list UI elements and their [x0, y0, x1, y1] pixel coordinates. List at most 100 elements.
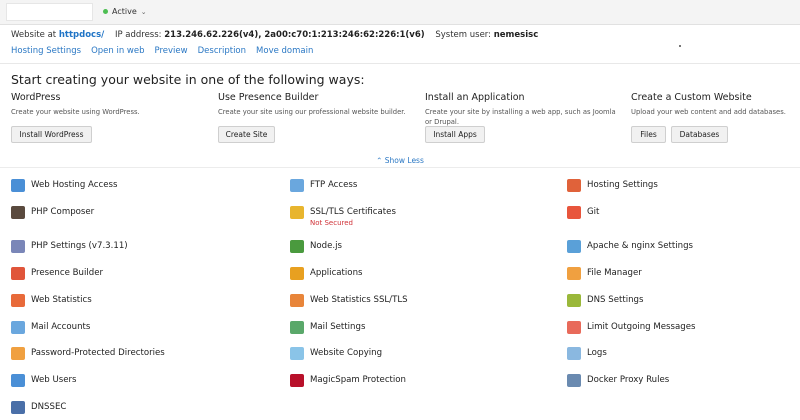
domain-links: Hosting Settings Open in web Preview Des… [11, 46, 313, 56]
tool-item[interactable]: Mail Accounts [11, 321, 90, 334]
protected-folder-icon [11, 347, 25, 360]
tool-label: Node.js [310, 241, 343, 251]
install-apps-button[interactable]: Install Apps [425, 126, 485, 143]
dnssec-icon [11, 401, 25, 414]
tool-label: Apache & nginx Settings [587, 241, 694, 251]
create-site-button[interactable]: Create Site [218, 126, 275, 143]
tool-label: Limit Outgoing Messages [587, 322, 696, 332]
create-website-section: Start creating your website in one of th… [0, 63, 800, 155]
tool-item[interactable]: MagicSpam Protection [290, 374, 407, 387]
tool-item[interactable]: Presence Builder [11, 267, 104, 280]
tool-item[interactable]: PHP Settings (v7.3.11) [11, 240, 128, 253]
option-description: Create your site by installing a web app… [425, 108, 616, 126]
dns-icon [567, 294, 581, 307]
tool-item[interactable]: PHP Composer [11, 206, 95, 219]
tool-label: FTP Access [310, 180, 358, 190]
folder-link[interactable]: httpdocs/ [59, 30, 104, 40]
tool-label: Web Statistics SSL/TLS [310, 295, 408, 305]
builder-tools-icon [11, 267, 25, 280]
tool-item[interactable]: Hosting Settings [567, 179, 658, 192]
ftp-monitor-icon [290, 179, 304, 192]
option-title: Create a Custom Website [631, 92, 752, 103]
tool-label: Presence Builder [31, 268, 104, 278]
tool-item[interactable]: Password-Protected Directories [11, 347, 165, 360]
section-divider [0, 167, 800, 168]
tool-label: Mail Settings [310, 322, 366, 332]
tool-item[interactable]: Applications [290, 267, 363, 280]
chevron-down-icon: ⌄ [140, 7, 147, 16]
system-user-value: nemesisc [493, 30, 539, 40]
tool-label: SSL/TLS Certificates [310, 207, 396, 217]
website-info: Website at httpdocs/ IP address: 213.246… [11, 30, 538, 40]
tool-item[interactable]: DNSSEC [11, 401, 67, 414]
tool-label: DNSSEC [31, 402, 67, 412]
install-wordpress-button[interactable]: Install WordPress [11, 126, 92, 143]
status-dot-icon [103, 9, 108, 14]
composer-icon [11, 206, 25, 219]
docker-icon [567, 374, 581, 387]
show-less-toggle[interactable]: ⌃ Show Less [0, 156, 800, 165]
php-icon [11, 240, 25, 253]
databases-button[interactable]: Databases [671, 126, 728, 143]
tool-item[interactable]: SSL/TLS Certificates Not Secured [290, 206, 396, 227]
tool-label: DNS Settings [587, 295, 644, 305]
logs-icon [567, 347, 581, 360]
tool-item[interactable]: Docker Proxy Rules [567, 374, 669, 387]
option-description: Create your website using WordPress. [11, 108, 140, 116]
applications-gear-icon [290, 267, 304, 280]
move-domain-link[interactable]: Move domain [256, 46, 313, 56]
files-button[interactable]: Files [631, 126, 666, 143]
option-description: Create your site using our professional … [218, 108, 406, 116]
tool-label: File Manager [587, 268, 642, 278]
tool-label: Website Copying [310, 348, 383, 358]
ip-label: IP address: [114, 30, 162, 40]
option-install-application: Install an Application Create your site … [425, 92, 623, 127]
tool-label: PHP Composer [31, 207, 95, 217]
tool-item[interactable]: Website Copying [290, 347, 383, 360]
website-at-label: Website at [11, 30, 57, 40]
status-label: Active [112, 7, 137, 16]
tool-item[interactable]: Limit Outgoing Messages [567, 321, 696, 334]
status-dropdown[interactable]: Active ⌄ [103, 7, 147, 16]
hosting-settings-link[interactable]: Hosting Settings [11, 46, 81, 56]
description-link[interactable]: Description [198, 46, 246, 56]
top-bar: Active ⌄ [0, 0, 800, 25]
tool-item[interactable]: Apache & nginx Settings [567, 240, 694, 253]
tool-sub-status: Not Secured [310, 219, 353, 227]
tool-label: Web Users [31, 375, 77, 385]
preview-link[interactable]: Preview [155, 46, 188, 56]
ip-value: 213.246.62.226(v4), 2a00:c70:1:213:246:6… [164, 30, 425, 40]
tool-label: Hosting Settings [587, 180, 658, 190]
tool-item[interactable]: Mail Settings [290, 321, 366, 334]
option-presence-builder: Use Presence Builder Create your site us… [218, 92, 418, 117]
tool-item[interactable]: Web Users [11, 374, 77, 387]
tool-item[interactable]: Logs [567, 347, 607, 360]
tool-item[interactable]: Node.js [290, 240, 343, 253]
tool-item[interactable]: Web Hosting Access [11, 179, 118, 192]
tool-item[interactable]: Web Statistics [11, 294, 92, 307]
copy-icon [290, 347, 304, 360]
tool-item[interactable]: Git [567, 206, 599, 219]
statistics-ssl-icon [290, 294, 304, 307]
tool-label: Web Hosting Access [31, 180, 118, 190]
tool-item[interactable]: Web Statistics SSL/TLS [290, 294, 408, 307]
option-title: WordPress [11, 92, 61, 103]
tool-item[interactable]: DNS Settings [567, 294, 644, 307]
tool-item[interactable]: FTP Access [290, 179, 358, 192]
tool-label: Applications [310, 268, 363, 278]
option-title: Use Presence Builder [218, 92, 319, 103]
git-icon [567, 206, 581, 219]
user-globe-icon [11, 179, 25, 192]
server-settings-icon [567, 240, 581, 253]
domain-name-box[interactable] [6, 3, 93, 21]
open-in-web-link[interactable]: Open in web [91, 46, 144, 56]
tool-label: Logs [587, 348, 607, 358]
folder-icon [567, 267, 581, 280]
statistics-chart-icon [11, 294, 25, 307]
create-heading: Start creating your website in one of th… [11, 72, 365, 87]
tool-item[interactable]: File Manager [567, 267, 642, 280]
tool-label: MagicSpam Protection [310, 375, 407, 385]
mail-settings-icon [290, 321, 304, 334]
tool-label: Web Statistics [31, 295, 92, 305]
system-user-label: System user: [435, 30, 492, 40]
